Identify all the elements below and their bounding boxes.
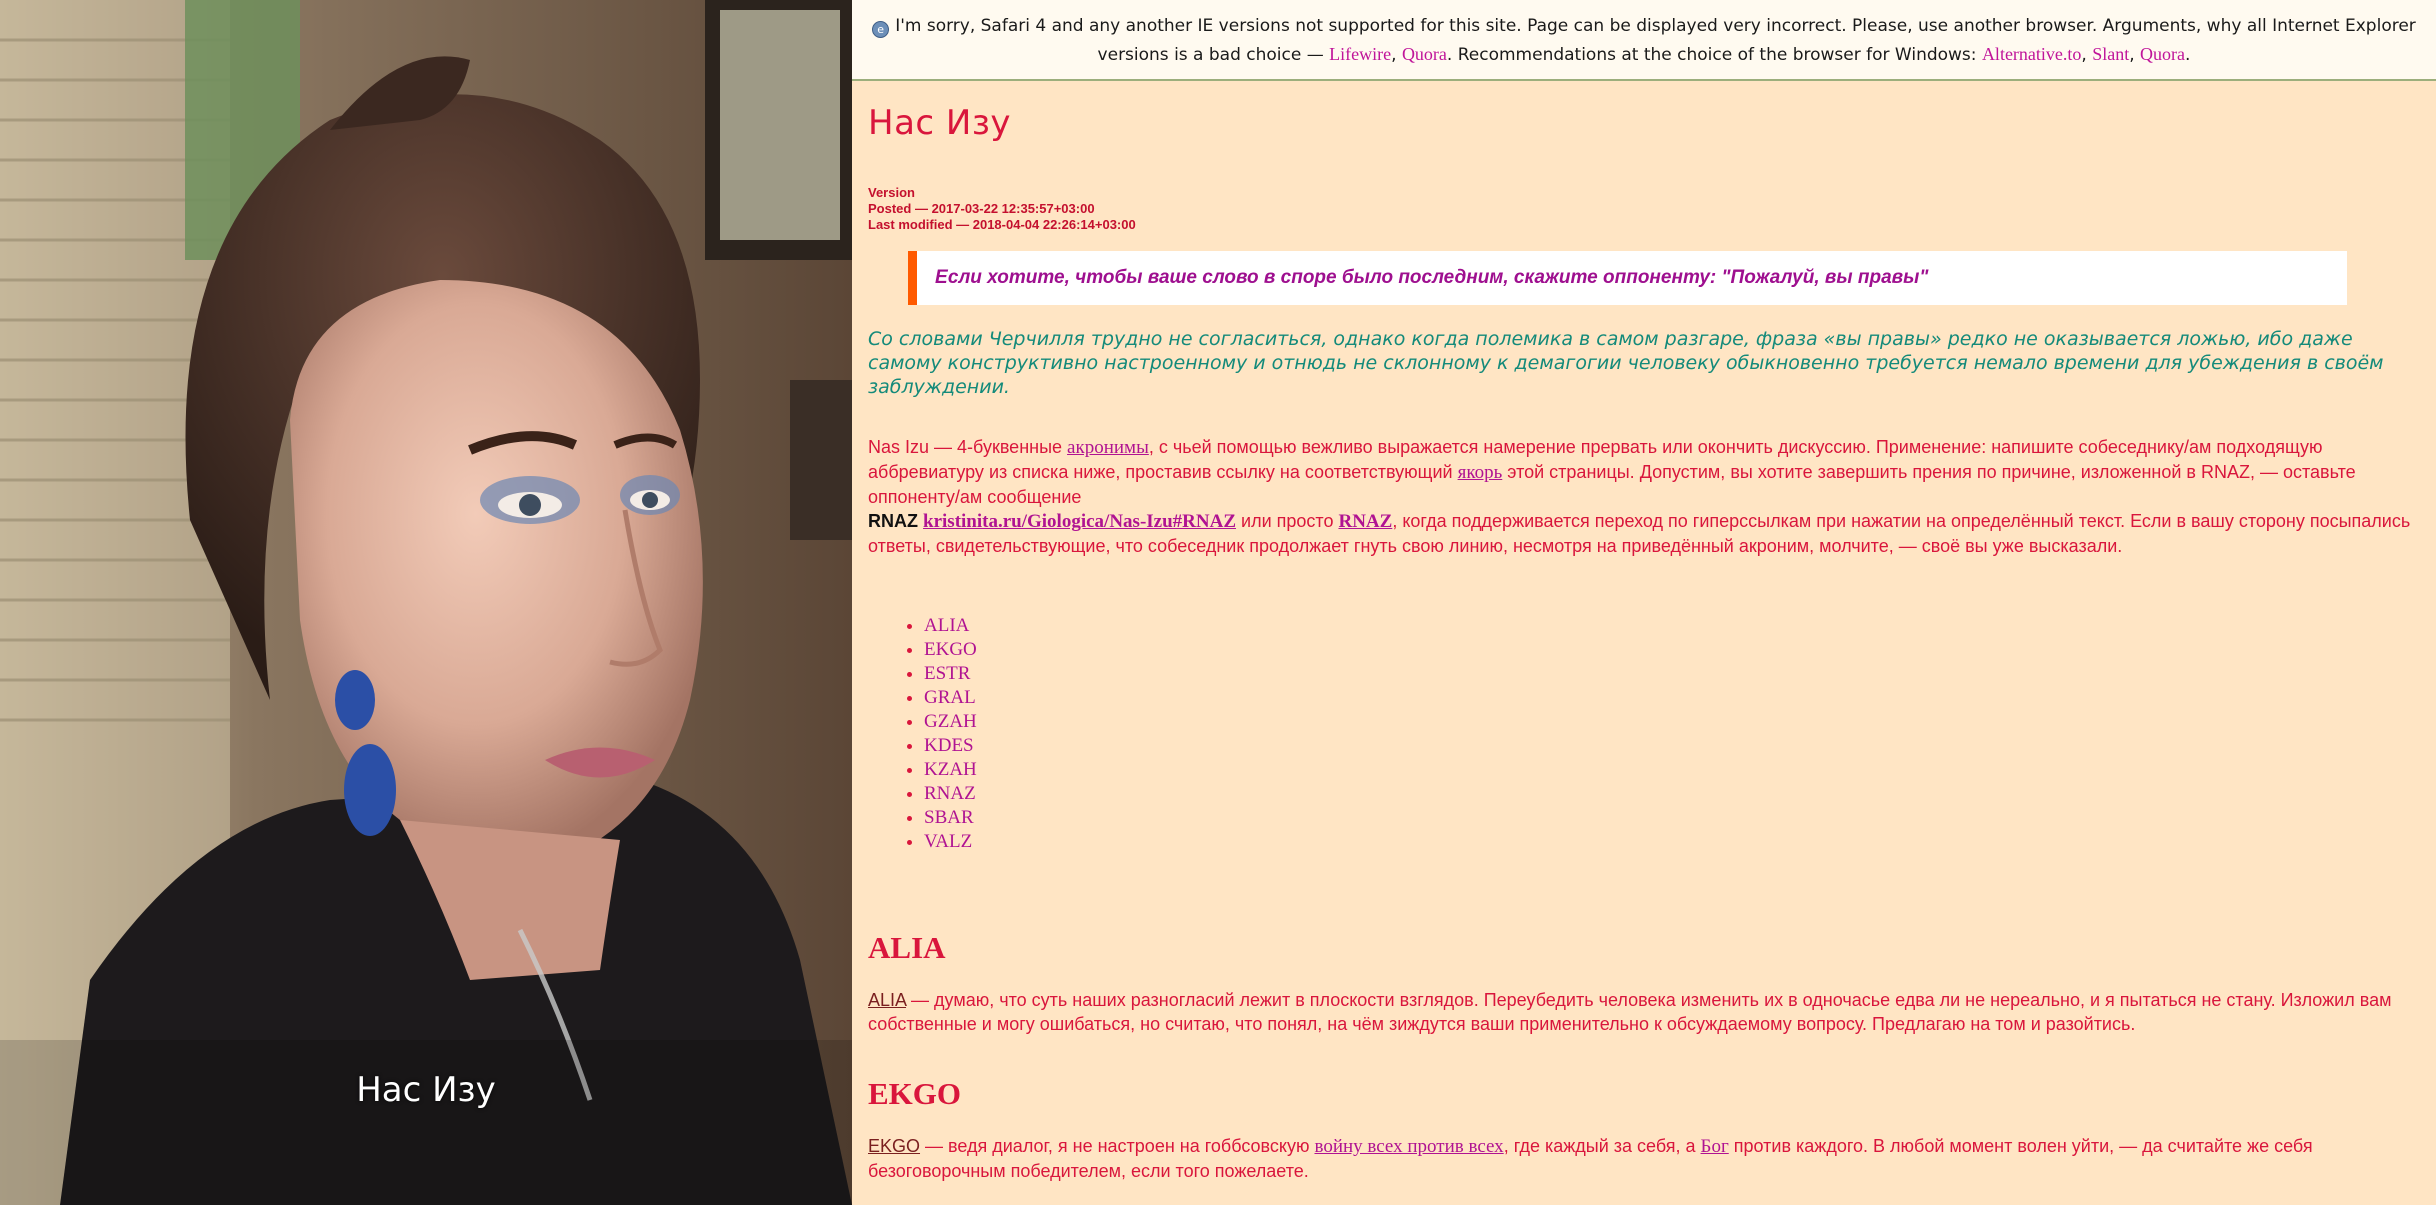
lifewire-link[interactable]: Lifewire <box>1329 44 1391 64</box>
list-item[interactable]: VALZ <box>924 830 2420 854</box>
acronym-list: ALIA EKGO ESTR GRAL GZAH KDES KZAH RNAZ … <box>868 614 2420 854</box>
posted-date: Posted — 2017-03-22 12:35:57+03:00 <box>868 201 1095 216</box>
list-item[interactable]: ALIA <box>924 614 2420 638</box>
slant-link[interactable]: Slant <box>2092 44 2129 64</box>
intro-text: Nas Izu — 4-буквенные <box>868 437 1063 457</box>
section-body: , где каждый за себя, а <box>1503 1136 1696 1156</box>
ie-browser-icon: e <box>872 21 890 38</box>
article-meta: Version Posted — 2017-03-22 12:35:57+03:… <box>868 185 2420 233</box>
section-text-alia: ALIA — думаю, что суть наших разногласий… <box>868 988 2420 1036</box>
anchor-link[interactable]: якорь <box>1458 462 1503 483</box>
quora-link[interactable]: Quora <box>1402 44 1447 64</box>
warning-end: . <box>2185 45 2191 65</box>
acronym-link[interactable]: KDES <box>924 735 974 756</box>
acronym-link[interactable]: KZAH <box>924 759 977 780</box>
version-label: Version <box>868 185 915 200</box>
list-item[interactable]: KZAH <box>924 758 2420 782</box>
rnaz-url-link[interactable]: kristinita.ru/Giologica/Nas-Izu#RNAZ <box>923 511 1236 532</box>
rnaz-label: RNAZ <box>868 511 918 531</box>
list-item[interactable]: GRAL <box>924 686 2420 710</box>
intro-paragraph: Nas Izu — 4-буквенные акронимы, с чьей п… <box>868 435 2420 558</box>
modified-date: Last modified — 2018-04-04 22:26:14+03:0… <box>868 217 1136 232</box>
term-abbr: EKGO <box>868 1136 921 1156</box>
section-text-ekgo: EKGO — ведя диалог, я не настроен на гоб… <box>868 1134 2420 1183</box>
intro-italic-paragraph: Со словами Черчилля трудно не согласитьс… <box>868 328 2384 398</box>
epigraph-quote: Если хотите, чтобы ваше слово в споре бы… <box>908 251 2347 305</box>
acronym-link[interactable]: ESTR <box>924 663 970 684</box>
list-item[interactable]: GZAH <box>924 710 2420 734</box>
list-item[interactable]: EKGO <box>924 638 2420 662</box>
term-abbr: ALIA <box>868 990 907 1010</box>
acronym-link[interactable]: RNAZ <box>924 783 976 804</box>
acronym-link[interactable]: EKGO <box>924 639 977 660</box>
list-item[interactable]: ESTR <box>924 662 2420 686</box>
browser-warning-banner: e I'm sorry, Safari 4 and any another IE … <box>852 0 2436 81</box>
acronym-link[interactable]: SBAR <box>924 807 974 828</box>
section-body: — думаю, что суть наших разногласий лежи… <box>868 990 2392 1034</box>
section-body: — ведя диалог, я не настроен на гоббсовс… <box>920 1136 1310 1156</box>
list-item[interactable]: RNAZ <box>924 782 2420 806</box>
alternativeto-link[interactable]: Alternative.to <box>1982 44 2081 64</box>
portrait-photo: Нас Изу <box>0 0 852 1205</box>
god-link[interactable]: Бог <box>1701 1136 1729 1157</box>
section-title-ekgo: EKGO <box>868 1076 962 1111</box>
section-title-alia: ALIA <box>868 930 946 965</box>
list-item[interactable]: KDES <box>924 734 2420 758</box>
acronym-link[interactable]: GZAH <box>924 711 977 732</box>
photo-caption: Нас Изу <box>356 1070 496 1110</box>
acronym-link[interactable]: VALZ <box>924 831 972 852</box>
acronym-link[interactable]: ALIA <box>924 615 969 636</box>
warning-text-middle: . Recommendations at the choice of the b… <box>1446 45 1977 65</box>
intro-text: или просто <box>1241 511 1334 531</box>
rnaz-short-link[interactable]: RNAZ <box>1338 511 1392 532</box>
acronyms-link[interactable]: акронимы <box>1067 437 1149 458</box>
separator: , <box>2129 45 2135 65</box>
page-title: Нас Изу <box>868 103 1012 143</box>
separator: , <box>1391 45 1397 65</box>
acronym-link[interactable]: GRAL <box>924 687 976 708</box>
page-body: Нас Изу Version Posted — 2017-03-22 12:3… <box>852 103 2436 1183</box>
list-item[interactable]: SBAR <box>924 806 2420 830</box>
portrait-illustration <box>0 0 852 1205</box>
separator: , <box>2081 45 2087 65</box>
article-content: e I'm sorry, Safari 4 and any another IE … <box>852 0 2436 1205</box>
quora-link-2[interactable]: Quora <box>2140 44 2185 64</box>
war-of-all-link[interactable]: войну всех против всех <box>1314 1136 1503 1157</box>
